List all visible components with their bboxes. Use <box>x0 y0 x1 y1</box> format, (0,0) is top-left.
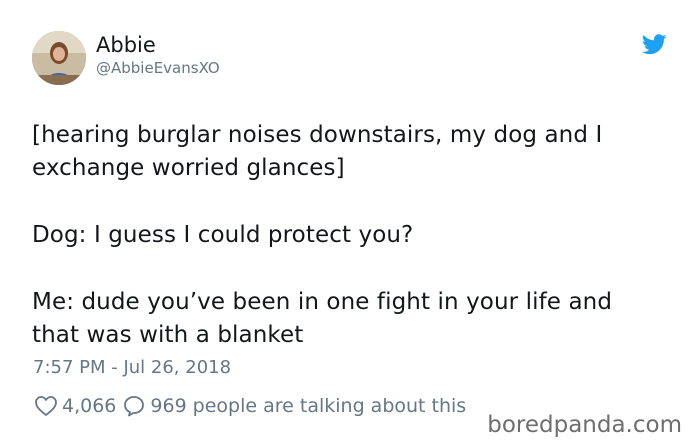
twitter-bird-icon[interactable] <box>641 34 667 55</box>
tweet-text: [hearing burglar noises downstairs, my d… <box>32 119 672 352</box>
tweet-paragraph: Me: dude you’ve been in one fight in you… <box>32 289 613 348</box>
speech-bubble-icon[interactable] <box>122 394 146 418</box>
likes-count[interactable]: 4,066 <box>62 395 116 417</box>
user-handle[interactable]: @AbbieEvansXO <box>96 58 220 78</box>
watermark: boredpanda.com <box>487 412 682 438</box>
avatar-photo <box>32 31 86 85</box>
tweet-paragraph: [hearing burglar noises downstairs, my d… <box>32 122 603 181</box>
tweet-paragraph: Dog: I guess I could protect you? <box>32 222 414 248</box>
tweet-timestamp[interactable]: 7:57 PM - Jul 26, 2018 <box>33 356 231 380</box>
avatar[interactable] <box>32 31 86 85</box>
tweet-stats: 4,066 969 people are talking about this <box>34 392 466 420</box>
replies-label[interactable]: people are talking about this <box>193 395 467 417</box>
heart-icon[interactable] <box>34 394 58 418</box>
replies-count[interactable]: 969 <box>150 395 186 417</box>
tweet-card: Abbie @AbbieEvansXO [hearing burglar noi… <box>0 0 700 448</box>
display-name[interactable]: Abbie <box>96 32 156 58</box>
